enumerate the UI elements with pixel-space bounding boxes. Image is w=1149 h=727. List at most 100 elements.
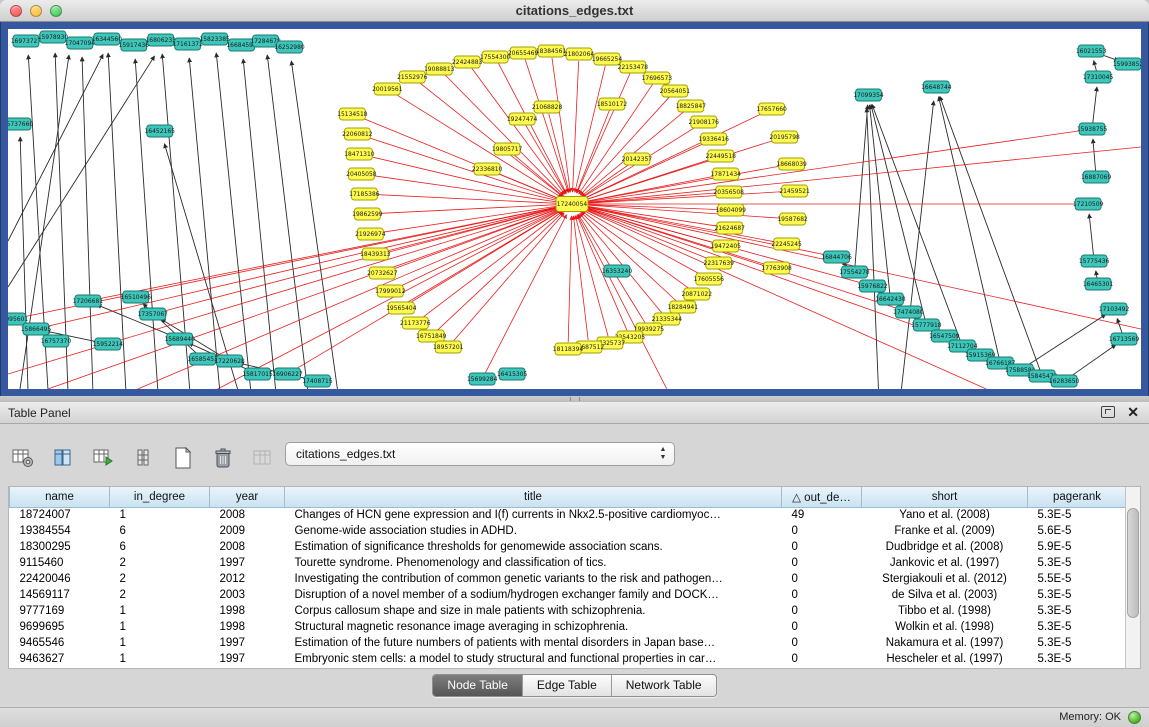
graph-node[interactable]: 15777918 <box>911 319 942 331</box>
graph-node[interactable]: 22245245 <box>771 238 802 250</box>
graph-node[interactable]: 16906227 <box>272 368 303 380</box>
graph-node[interactable]: 17605556 <box>694 273 725 285</box>
window-titlebar[interactable]: citations_edges.txt <box>0 0 1149 22</box>
graph-node[interactable]: 15134518 <box>337 108 368 120</box>
graph-node[interactable]: 15993852 <box>1113 58 1141 70</box>
column-header-6[interactable]: pagerank <box>1028 487 1127 507</box>
delete-table-icon[interactable] <box>210 445 236 471</box>
graph-node[interactable]: 17206681 <box>73 295 104 307</box>
graph-node[interactable]: 18284941 <box>668 301 699 313</box>
graph-node[interactable]: 17474080 <box>893 306 924 318</box>
show-columns-icon[interactable] <box>50 445 76 471</box>
graph-node[interactable]: 19587682 <box>777 213 808 225</box>
graph-node[interactable]: 16021553 <box>1076 45 1107 57</box>
graph-node[interactable]: 16757370 <box>41 335 72 347</box>
graph-node[interactable]: 21459521 <box>779 185 810 197</box>
column-header-5[interactable]: short <box>862 487 1028 507</box>
graph-node[interactable]: 16844706 <box>821 251 852 263</box>
graph-node[interactable]: 21908176 <box>689 116 720 128</box>
table-scrollbar-thumb[interactable] <box>1127 508 1139 618</box>
graph-node[interactable]: 20019561 <box>372 83 403 95</box>
graph-node[interactable]: 17657660 <box>756 103 787 115</box>
graph-node[interactable]: 21624687 <box>715 222 746 234</box>
new-table-icon[interactable] <box>170 445 196 471</box>
merge-table-icon[interactable] <box>250 445 276 471</box>
graph-node[interactable]: 21802064 <box>564 48 595 60</box>
graph-node[interactable]: 16751849 <box>416 330 447 342</box>
graph-node[interactable]: 19472405 <box>711 240 742 252</box>
graph-node[interactable]: 20142357 <box>622 153 653 165</box>
graph-node[interactable]: 18604099 <box>716 204 747 216</box>
float-panel-icon[interactable] <box>1101 406 1115 418</box>
graph-node[interactable]: 17696573 <box>642 72 673 84</box>
graph-node[interactable]: 17220628 <box>214 355 245 367</box>
graph-node[interactable]: 15938755 <box>1077 123 1108 135</box>
table-row[interactable]: 1456911722003Disruption of a novel membe… <box>10 587 1127 603</box>
graph-node[interactable]: 15866495 <box>21 323 52 335</box>
graph-node[interactable]: 21926974 <box>355 228 386 240</box>
memory-ok-icon[interactable] <box>1128 711 1141 724</box>
graph-node[interactable]: 22449518 <box>706 150 737 162</box>
graph-node[interactable]: 19247474 <box>507 113 538 125</box>
graph-node[interactable]: 20655469 <box>508 47 539 59</box>
graph-node[interactable]: 22317639 <box>704 257 735 269</box>
graph-node[interactable]: 20871022 <box>682 288 713 300</box>
graph-node[interactable]: 20405058 <box>346 168 377 180</box>
graph-node[interactable]: 19336416 <box>699 133 730 145</box>
graph-node[interactable]: 22060812 <box>342 128 373 140</box>
graph-node[interactable]: 16452165 <box>145 125 176 137</box>
graph-node[interactable]: 18668039 <box>776 158 807 170</box>
graph-node[interactable]: 18510172 <box>597 98 628 110</box>
graph-node[interactable]: 19862599 <box>352 208 383 220</box>
graph-node[interactable]: 20195798 <box>769 131 800 143</box>
tab-node-table[interactable]: Node Table <box>433 675 523 696</box>
graph-node[interactable]: 17103492 <box>1099 303 1130 315</box>
graph-node[interactable]: 17210509 <box>1073 198 1104 210</box>
graph-node[interactable]: 16510496 <box>121 291 152 303</box>
column-header-3[interactable]: title <box>285 487 782 507</box>
table-row[interactable]: 946362711997Embryonic stem cells: a mode… <box>10 651 1127 667</box>
graph-node[interactable]: 16415305 <box>497 368 528 380</box>
graph-node[interactable]: 22336810 <box>472 163 503 175</box>
table-scrollbar[interactable] <box>1125 487 1140 669</box>
import-table-icon[interactable] <box>90 445 116 471</box>
graph-node[interactable]: 19088813 <box>424 63 455 75</box>
graph-node[interactable]: 17408715 <box>302 375 333 387</box>
table-row[interactable]: 2242004622012Investigating the contribut… <box>10 571 1127 587</box>
graph-node[interactable]: 19805717 <box>492 143 523 155</box>
tab-edge-table[interactable]: Edge Table <box>523 675 612 696</box>
table-row[interactable]: 911546021997Tourette syndrome. Phenomeno… <box>10 555 1127 571</box>
graph-node[interactable]: 15952214 <box>93 338 124 350</box>
table-row[interactable]: 1830029562008Estimation of significance … <box>10 539 1127 555</box>
graph-node[interactable]: 15775436 <box>1079 255 1110 267</box>
graph-node[interactable]: 17999012 <box>375 285 406 297</box>
graph-node[interactable]: 17763908 <box>761 262 792 274</box>
graph-node[interactable]: 16713569 <box>1109 333 1140 345</box>
tab-network-table[interactable]: Network Table <box>612 675 716 696</box>
graph-node[interactable]: 18471310 <box>344 148 375 160</box>
column-header-1[interactable]: in_degree <box>110 487 210 507</box>
graph-node[interactable]: 15817015 <box>242 368 273 380</box>
graph-node[interactable]: 15976822 <box>857 280 888 292</box>
column-header-0[interactable]: name <box>10 487 110 507</box>
graph-node[interactable]: 17357067 <box>138 308 169 320</box>
graph-node[interactable]: 22424883 <box>452 56 483 68</box>
graph-node[interactable]: 17871434 <box>711 168 742 180</box>
graph-node[interactable]: 16887069 <box>1081 171 1112 183</box>
graph-node[interactable]: 16465301 <box>1083 278 1114 290</box>
graph-node[interactable]: 17554300 <box>480 51 511 63</box>
graph-node[interactable]: 18825847 <box>676 100 707 112</box>
graph-node[interactable]: 20732627 <box>367 267 398 279</box>
table-row[interactable]: 969969511998Structural magnetic resonanc… <box>10 619 1127 635</box>
table-options-icon[interactable] <box>10 445 36 471</box>
graph-node[interactable]: 16252980 <box>274 41 305 53</box>
hub-node[interactable]: 17240054 <box>556 197 588 212</box>
table-row[interactable]: 1872400712008Changes of HCN gene express… <box>10 507 1127 523</box>
graph-node[interactable]: 15689440 <box>164 333 195 345</box>
graph-node[interactable]: 16642438 <box>875 293 906 305</box>
close-panel-icon[interactable]: ✕ <box>1127 405 1139 419</box>
graph-node[interactable]: 16353240 <box>602 265 633 277</box>
graph-node[interactable]: 17554278 <box>839 266 870 278</box>
column-header-2[interactable]: year <box>210 487 285 507</box>
graph-node[interactable]: 19565404 <box>386 302 417 314</box>
